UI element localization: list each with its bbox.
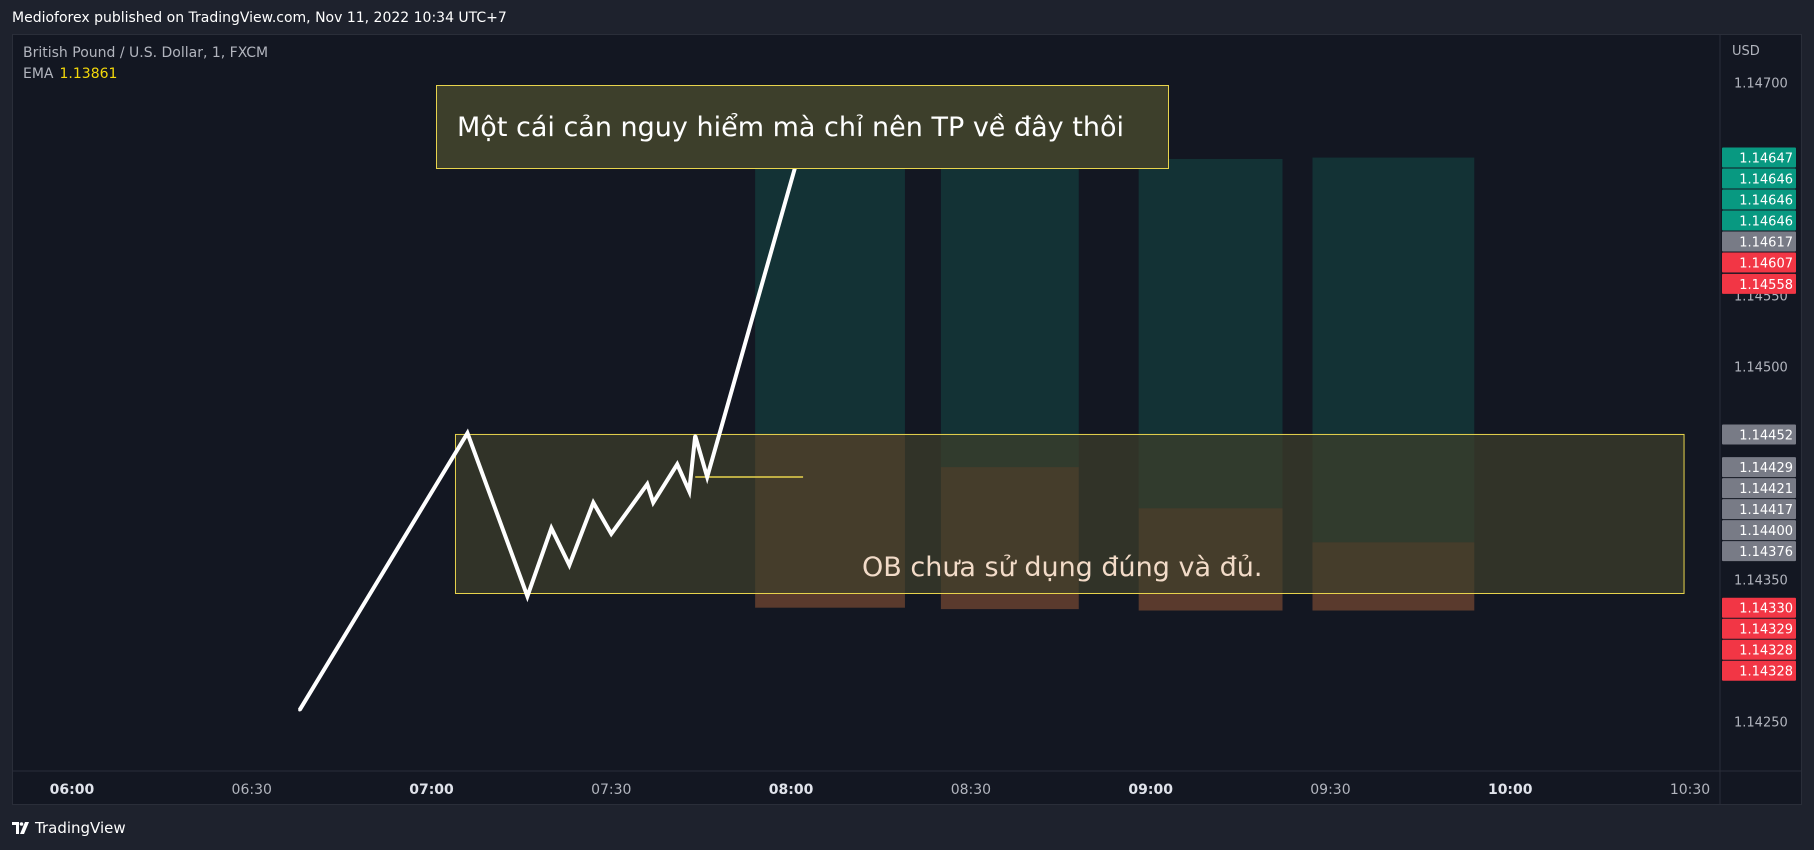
y-tick-label-7: 1.14250: [1734, 715, 1788, 730]
price-badge-text: 1.14421: [1739, 482, 1793, 497]
price-badge-text: 1.14646: [1739, 194, 1793, 209]
price-badge-text: 1.14617: [1739, 236, 1793, 251]
top-annotation-text: Một cái cản nguy hiểm mà chỉ nên TP về đ…: [457, 111, 1124, 143]
price-badge-4: 1.14646: [1722, 210, 1796, 231]
y-tick-label-5: 1.14500: [1734, 360, 1788, 375]
top-annotation-box[interactable]: Một cái cản nguy hiểm mà chỉ nên TP về đ…: [436, 85, 1169, 169]
target-zone-1: [755, 158, 905, 435]
currency-label: USD: [1732, 44, 1760, 59]
price-badge-text: 1.14330: [1739, 602, 1793, 617]
price-badge-text: 1.14607: [1739, 257, 1793, 272]
price-badge-text: 1.14558: [1739, 278, 1793, 293]
tradingview-logo[interactable]: TradingView: [12, 819, 126, 837]
x-tick-label-4: 07:30: [591, 782, 631, 798]
y-tick-label-1: 1.14700: [1734, 76, 1788, 91]
tradingview-logo-text: TradingView: [35, 819, 126, 837]
price-badge-13: 1.14376: [1722, 541, 1796, 562]
price-badge-text: 1.14452: [1739, 428, 1793, 443]
price-point-9: [651, 501, 655, 505]
ema-label: EMA: [23, 66, 54, 82]
ema-value: 1.13861: [59, 66, 118, 82]
price-badge-1: 1.14647: [1722, 147, 1796, 168]
price-badge-text: 1.14329: [1739, 623, 1793, 638]
price-badge-text: 1.14647: [1739, 152, 1793, 167]
price-point-11: [687, 489, 691, 493]
price-point-6: [591, 501, 595, 505]
price-point-13: [705, 475, 709, 479]
ema-legend: EMA 1.13861: [23, 66, 117, 82]
tradingview-logo-icon: [12, 822, 29, 834]
price-badge-14: 1.14330: [1722, 597, 1796, 618]
price-point-5: [567, 563, 571, 567]
price-point-4: [549, 526, 553, 530]
x-tick-label-6: 08:30: [951, 782, 991, 798]
price-badge-text: 1.14429: [1739, 461, 1793, 476]
x-tick-label-5: 08:00: [769, 782, 814, 798]
price-point-8: [645, 482, 649, 486]
footer-bar: [0, 810, 1814, 850]
price-badge-text: 1.14376: [1739, 545, 1793, 560]
price-badge-text: 1.14646: [1739, 215, 1793, 230]
price-badge-5: 1.14617: [1722, 231, 1796, 252]
price-point-3: [525, 594, 529, 598]
y-tick-label-6: 1.14350: [1734, 573, 1788, 588]
x-tick-label-2: 06:30: [232, 782, 272, 798]
price-badge-10: 1.14421: [1722, 478, 1796, 499]
x-tick-label-1: 06:00: [50, 782, 95, 798]
price-badge-6: 1.14607: [1722, 252, 1796, 273]
symbol-legend: British Pound / U.S. Dollar, 1, FXCM: [23, 45, 269, 61]
price-point-2: [465, 431, 469, 435]
ob-annotation-text[interactable]: OB chưa sử dụng đúng và đủ.: [862, 552, 1262, 583]
price-badge-9: 1.14429: [1722, 457, 1796, 478]
price-badge-text: 1.14328: [1739, 644, 1793, 659]
price-badge-text: 1.14328: [1739, 665, 1793, 680]
price-scale-labels: 1.14647 1.14646 1.14646 1.14646 1.14617 1.146…: [1722, 147, 1796, 681]
x-tick-label-8: 09:30: [1310, 782, 1350, 798]
target-zone-2: [940, 158, 1079, 468]
price-badge-17: 1.14328: [1722, 660, 1796, 681]
price-badge-text: 1.14646: [1739, 173, 1793, 188]
price-badge-11: 1.14417: [1722, 499, 1796, 520]
price-badge-12: 1.14400: [1722, 520, 1796, 541]
price-badge-7: 1.14558: [1722, 273, 1796, 294]
price-badge-16: 1.14328: [1722, 639, 1796, 660]
price-badge-2: 1.14646: [1722, 168, 1796, 189]
price-point-7: [609, 532, 613, 536]
price-point-10: [675, 462, 679, 466]
x-tick-label-9: 10:00: [1488, 782, 1533, 798]
price-point-1: [298, 708, 302, 712]
price-point-12: [693, 434, 697, 438]
price-badge-text: 1.14400: [1739, 524, 1793, 539]
x-tick-label-3: 07:00: [409, 782, 454, 798]
price-badge-text: 1.14417: [1739, 503, 1793, 518]
x-tick-label-10: 10:30: [1670, 782, 1710, 798]
price-badge-3: 1.14646: [1722, 189, 1796, 210]
x-tick-label-7: 09:00: [1128, 782, 1173, 798]
price-badge-15: 1.14329: [1722, 618, 1796, 639]
price-badge-8: 1.14452: [1722, 424, 1796, 445]
